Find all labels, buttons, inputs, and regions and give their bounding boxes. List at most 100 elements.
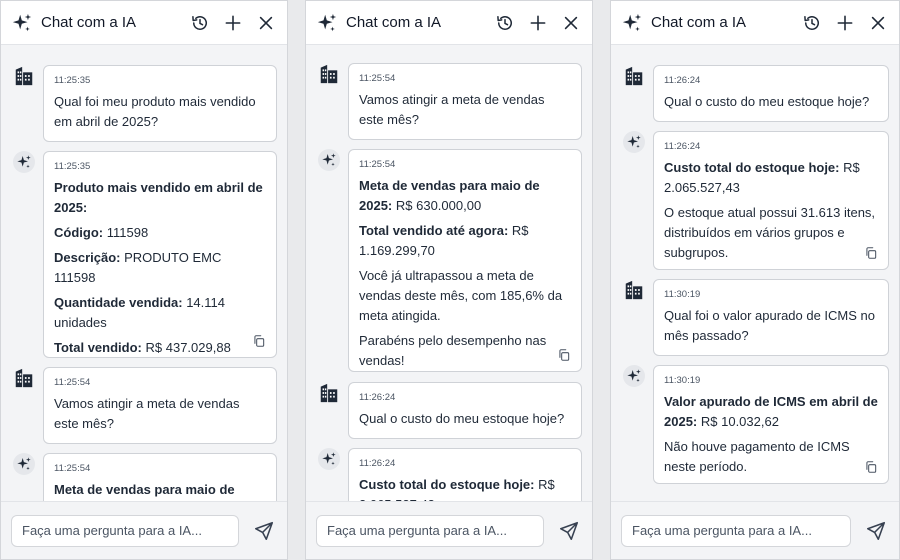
history-button[interactable] <box>189 12 211 34</box>
ai-avatar <box>13 453 35 475</box>
history-button[interactable] <box>494 12 516 34</box>
chat-footer <box>611 501 899 559</box>
stock-cost: Custo total do estoque hoje: R$ 2.065.52… <box>664 160 860 195</box>
user-message: 11:25:54 Vamos atingir a meta de vendas … <box>43 367 277 444</box>
sparkle-icon <box>16 456 32 472</box>
user-message: 11:25:54 Vamos atingir a meta de vendas … <box>348 63 582 140</box>
copy-icon[interactable] <box>864 460 878 474</box>
ai-message: 11:25:35 Produto mais vendido em abril d… <box>43 151 277 358</box>
stock-paragraph: O estoque atual possui 31.613 itens, dis… <box>664 205 876 260</box>
sales-congrats: Parabéns pelo desempenho nas vendas! <box>359 333 547 368</box>
copy-icon[interactable] <box>864 246 878 260</box>
sparkle-icon <box>626 368 642 384</box>
stock-cost: Custo total do estoque hoje: R$ 2.065.52… <box>359 477 555 501</box>
message-time: 11:25:35 <box>54 161 91 172</box>
sparkle-icon <box>321 451 337 467</box>
user-message: 11:26:24 Qual o custo do meu estoque hoj… <box>348 382 582 439</box>
copy-icon[interactable] <box>557 348 571 362</box>
send-icon <box>865 520 887 542</box>
close-button[interactable] <box>867 12 889 34</box>
product-total: Total vendido: R$ 437.029,88 <box>54 340 231 355</box>
message-time: 11:30:19 <box>664 289 701 300</box>
ai-message: 11:25:54 Meta de vendas para maio de 202… <box>348 149 582 372</box>
message-text: Qual foi o valor apurado de ICMS no mês … <box>664 308 876 343</box>
ai-message: 11:25:54 Meta de vendas para maio de 202… <box>43 453 277 501</box>
chat-panel-3: Chat com a IA 11:26:24 Qual o custo do m… <box>610 0 900 560</box>
message-time: 11:30:19 <box>664 375 701 386</box>
sparkle-icon <box>16 154 32 170</box>
sales-goal: Meta de vendas para maio de 2025: R$ 630… <box>359 178 540 213</box>
user-message: 11:30:19 Qual foi o valor apurado de ICM… <box>653 279 889 356</box>
new-chat-button[interactable] <box>527 12 549 34</box>
sparkle-icon <box>621 12 643 34</box>
plus-icon <box>528 13 548 33</box>
new-chat-button[interactable] <box>834 12 856 34</box>
chat-header: Chat com a IA <box>306 1 592 45</box>
copy-icon[interactable] <box>252 334 266 348</box>
chat-footer <box>1 501 287 559</box>
building-icon <box>623 279 645 301</box>
close-button[interactable] <box>255 12 277 34</box>
building-icon <box>318 63 340 85</box>
chat-title: Chat com a IA <box>41 14 137 31</box>
sparkle-icon <box>626 134 642 150</box>
close-icon <box>868 13 888 33</box>
message-time: 11:25:54 <box>359 73 396 84</box>
building-icon <box>13 367 35 389</box>
chat-footer <box>306 501 592 559</box>
history-button[interactable] <box>801 12 823 34</box>
product-quantity: Quantidade vendida: 14.114 unidades <box>54 295 225 330</box>
sparkle-icon <box>11 12 33 34</box>
history-icon <box>190 13 210 33</box>
product-heading: Produto mais vendido em abril de 2025: <box>54 180 263 215</box>
question-input[interactable] <box>316 514 544 547</box>
close-button[interactable] <box>560 12 582 34</box>
icms-paragraph: Não houve pagamento de ICMS neste períod… <box>664 439 850 474</box>
sparkle-icon <box>321 152 337 168</box>
message-text: Qual o custo do meu estoque hoje? <box>359 411 565 426</box>
sales-paragraph: Você já ultrapassou a meta de vendas des… <box>359 268 563 323</box>
chat-panel-1: Chat com a IA 11:25:35 Qual foi meu prod… <box>0 0 288 560</box>
new-chat-button[interactable] <box>222 12 244 34</box>
user-message: 11:25:35 Qual foi meu produto mais vendi… <box>43 65 277 142</box>
sales-goal: Meta de vendas para maio de 2025: R$ 630… <box>54 482 235 497</box>
chat-header: Chat com a IA <box>611 1 899 45</box>
product-description: Descrição: PRODUTO EMC 111598 <box>54 250 222 285</box>
message-time: 11:25:35 <box>54 75 91 86</box>
user-message: 11:26:24 Qual o custo do meu estoque hoj… <box>653 65 889 122</box>
product-code: Código: 111598 <box>54 225 149 240</box>
chat-title: Chat com a IA <box>651 14 747 31</box>
message-time: 11:25:54 <box>54 377 91 388</box>
building-icon <box>318 382 340 404</box>
question-input[interactable] <box>11 514 239 547</box>
question-input[interactable] <box>621 514 851 547</box>
chat-header: Chat com a IA <box>1 1 287 45</box>
message-time: 11:25:54 <box>54 463 91 474</box>
ai-avatar <box>623 131 645 153</box>
ai-avatar <box>318 149 340 171</box>
send-button[interactable] <box>863 518 889 544</box>
messages-list[interactable]: 11:25:54 Vamos atingir a meta de vendas … <box>306 45 592 501</box>
message-time: 11:26:24 <box>664 75 701 86</box>
ai-avatar <box>13 151 35 173</box>
plus-icon <box>223 13 243 33</box>
send-button[interactable] <box>251 518 277 544</box>
ai-avatar <box>623 365 645 387</box>
close-icon <box>561 13 581 33</box>
message-text: Qual o custo do meu estoque hoje? <box>664 94 870 109</box>
send-icon <box>253 520 275 542</box>
messages-list[interactable]: 11:26:24 Qual o custo do meu estoque hoj… <box>611 45 899 501</box>
ai-message: 11:26:24 Custo total do estoque hoje: R$… <box>653 131 889 270</box>
ai-message: 11:30:19 Valor apurado de ICMS em abril … <box>653 365 889 484</box>
message-time: 11:26:24 <box>664 141 701 152</box>
history-icon <box>802 13 822 33</box>
send-icon <box>558 520 580 542</box>
plus-icon <box>835 13 855 33</box>
send-button[interactable] <box>556 518 582 544</box>
history-icon <box>495 13 515 33</box>
message-time: 11:26:24 <box>359 458 396 469</box>
messages-list[interactable]: 11:25:35 Qual foi meu produto mais vendi… <box>1 45 287 501</box>
message-time: 11:26:24 <box>359 392 396 403</box>
sparkle-icon <box>316 12 338 34</box>
building-icon <box>623 65 645 87</box>
